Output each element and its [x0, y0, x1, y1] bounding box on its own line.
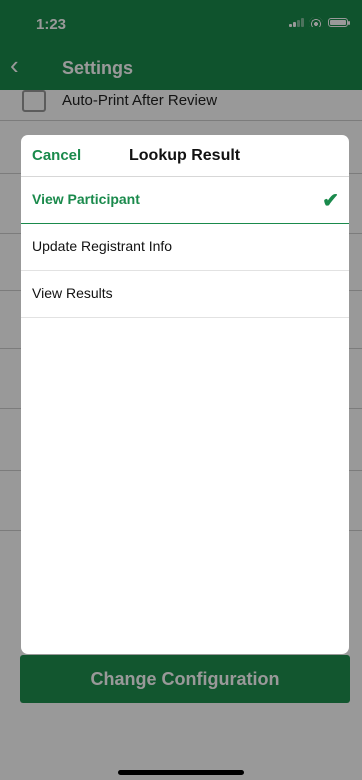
checkmark-icon: ✔ — [322, 190, 339, 212]
option-view-results[interactable]: View Results — [21, 271, 349, 318]
option-label: View Results — [32, 285, 113, 301]
option-label: View Participant — [32, 191, 140, 207]
option-label: Update Registrant Info — [32, 238, 173, 254]
cancel-button[interactable]: Cancel — [32, 147, 81, 164]
option-update-registrant-info[interactable]: Update Registrant Info — [21, 224, 349, 271]
lookup-result-modal: Cancel Lookup Result View Participant ✔ … — [21, 135, 349, 654]
option-view-participant[interactable]: View Participant ✔ — [21, 177, 349, 224]
modal-header: Cancel Lookup Result — [21, 135, 349, 177]
modal-title: Lookup Result — [129, 147, 241, 164]
home-indicator — [118, 770, 244, 775]
